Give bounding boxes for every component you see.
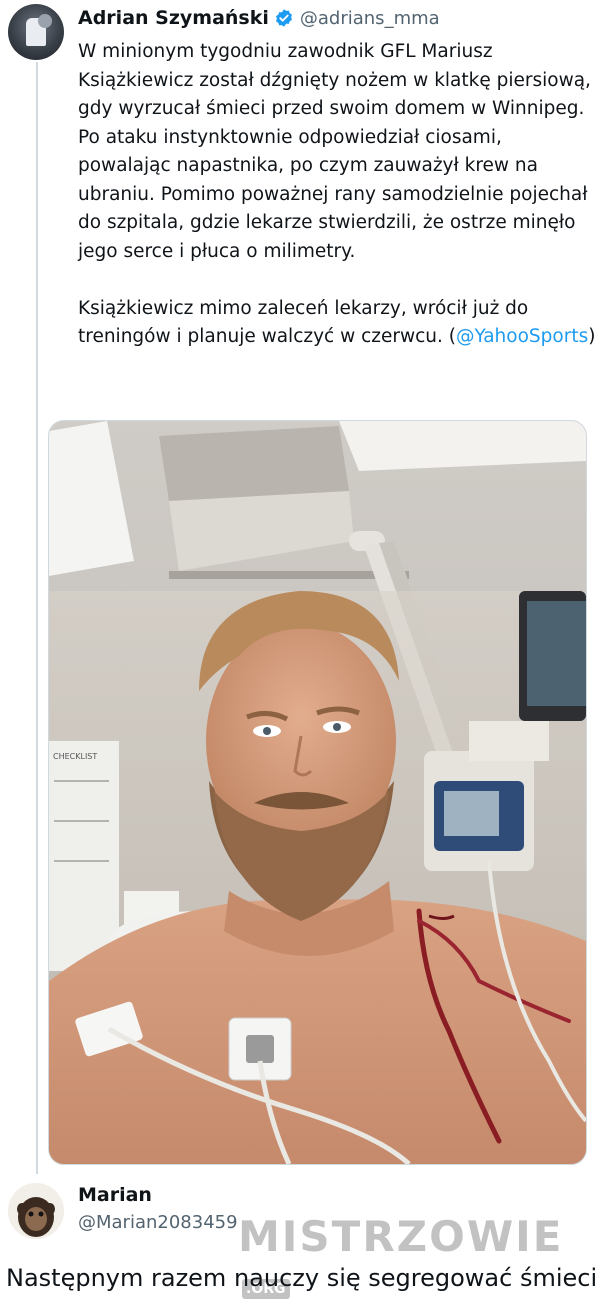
tweet-paragraph-2: Książkiewicz mimo zaleceń lekarzy, wróci… bbox=[78, 295, 598, 352]
meme-caption: Następnym razem nauczy się segregować śm… bbox=[6, 1264, 598, 1292]
author-handle[interactable]: @adrians_mma bbox=[300, 8, 440, 29]
author-name[interactable]: Adrian Szymański bbox=[78, 7, 269, 29]
avatar-figure-head bbox=[38, 14, 52, 28]
thread-line bbox=[36, 62, 38, 1174]
tweet-paragraph-1: W minionym tygodniu zawodnik GFL Mariusz… bbox=[78, 41, 591, 262]
mention-link[interactable]: @YahooSports bbox=[456, 326, 588, 347]
reply-avatar[interactable] bbox=[8, 1183, 64, 1239]
verified-badge-icon bbox=[275, 9, 292, 27]
watermark-text: MISTRZOWIE bbox=[238, 1212, 564, 1261]
hospital-selfie-image: CHECKLIST bbox=[49, 421, 586, 1164]
site-watermark: MISTRZOWIE.ORG bbox=[238, 1212, 600, 1310]
wall-sign-text: CHECKLIST bbox=[53, 752, 97, 761]
reply-author-name[interactable]: Marian bbox=[78, 1184, 152, 1206]
paragraph-2-close: ) bbox=[588, 326, 596, 347]
reply-author-handle[interactable]: @Marian2083459 bbox=[78, 1212, 238, 1233]
tweet-text: W minionym tygodniu zawodnik GFL Mariusz… bbox=[78, 38, 598, 352]
tweet-photo[interactable]: CHECKLIST bbox=[48, 420, 587, 1165]
monkey-avatar-icon bbox=[8, 1183, 64, 1239]
author-avatar[interactable] bbox=[8, 4, 64, 60]
tweet-header: Adrian Szymański @adrians_mma bbox=[78, 4, 440, 32]
